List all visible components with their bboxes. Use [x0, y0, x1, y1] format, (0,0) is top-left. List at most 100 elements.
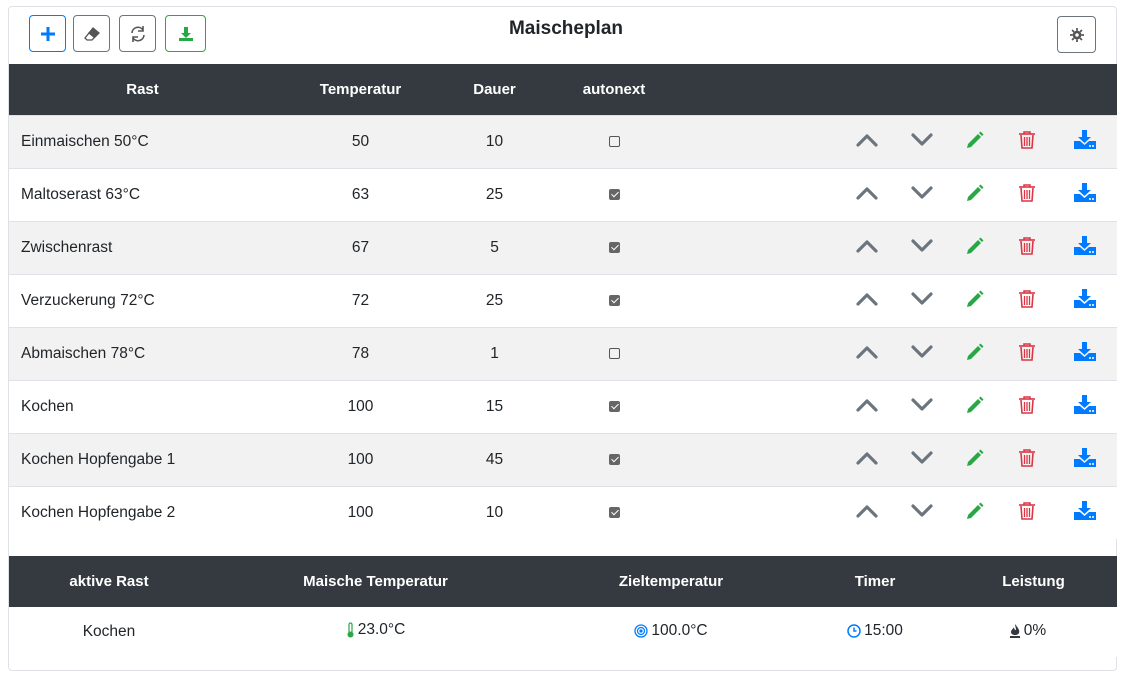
move-down-button[interactable] — [910, 291, 933, 311]
move-up-button[interactable] — [855, 451, 878, 470]
col-header-power: Leistung — [950, 556, 1117, 607]
status-row: Kochen 23.0°C 100.0°C 15:00 0% — [9, 607, 1117, 657]
edit-button[interactable] — [965, 448, 985, 473]
autonext-checkbox[interactable] — [608, 242, 620, 254]
rest-autonext-cell — [544, 168, 684, 222]
rest-name: Kochen — [9, 380, 276, 434]
move-up-button[interactable] — [855, 504, 878, 523]
save-button[interactable] — [1073, 182, 1097, 208]
edit-button[interactable] — [965, 183, 985, 208]
delete-button[interactable] — [1018, 501, 1036, 526]
rest-duration: 5 — [445, 221, 544, 275]
chevron-down-icon — [910, 450, 933, 470]
autonext-checkbox[interactable] — [608, 295, 620, 307]
save-button[interactable] — [1073, 447, 1097, 473]
table-row: Kochen 100 15 — [9, 380, 1117, 434]
rest-temperature: 72 — [276, 274, 445, 328]
delete-button[interactable] — [1018, 289, 1036, 314]
download-icon — [1073, 235, 1097, 261]
pencil-icon — [965, 236, 985, 261]
download-icon — [1073, 394, 1097, 420]
move-up-button[interactable] — [855, 345, 878, 364]
pencil-icon — [965, 395, 985, 420]
rest-autonext-cell — [544, 327, 684, 381]
move-down-button[interactable] — [910, 450, 933, 470]
rest-temperature: 63 — [276, 168, 445, 222]
active-rest-value: Kochen — [9, 607, 209, 657]
trash-icon — [1018, 395, 1036, 420]
rest-temperature: 67 — [276, 221, 445, 275]
pencil-icon — [965, 448, 985, 473]
move-up-button[interactable] — [855, 239, 878, 258]
edit-button[interactable] — [965, 130, 985, 155]
rest-duration: 25 — [445, 274, 544, 328]
edit-button[interactable] — [965, 289, 985, 314]
download-icon — [1073, 288, 1097, 314]
delete-button[interactable] — [1018, 395, 1036, 420]
power-value: 0% — [1023, 621, 1047, 639]
pencil-icon — [965, 501, 985, 526]
col-header-dauer: Dauer — [445, 64, 544, 116]
delete-button[interactable] — [1018, 236, 1036, 261]
download-icon — [1073, 182, 1097, 208]
move-down-button[interactable] — [910, 185, 933, 205]
autonext-checkbox[interactable] — [608, 136, 620, 148]
edit-button[interactable] — [965, 501, 985, 526]
trash-icon — [1018, 183, 1036, 208]
move-down-button[interactable] — [910, 397, 933, 417]
settings-button[interactable] — [1057, 16, 1096, 53]
chevron-up-icon — [855, 292, 878, 311]
pencil-icon — [965, 342, 985, 367]
autonext-checkbox[interactable] — [608, 454, 620, 466]
edit-button[interactable] — [965, 342, 985, 367]
rest-duration: 10 — [445, 115, 544, 169]
delete-button[interactable] — [1018, 448, 1036, 473]
col-header-temperatur: Temperatur — [276, 64, 445, 116]
rest-temperature: 100 — [276, 486, 445, 539]
timer-value: 15:00 — [864, 621, 903, 639]
move-up-button[interactable] — [855, 292, 878, 311]
chevron-up-icon — [855, 345, 878, 364]
save-button[interactable] — [1073, 500, 1097, 526]
rest-temperature: 78 — [276, 327, 445, 381]
save-button[interactable] — [1073, 288, 1097, 314]
rest-autonext-cell — [544, 486, 684, 539]
move-down-button[interactable] — [910, 238, 933, 258]
chevron-down-icon — [910, 397, 933, 417]
rest-temperature: 100 — [276, 433, 445, 487]
fire-icon — [1009, 623, 1020, 638]
delete-button[interactable] — [1018, 130, 1036, 155]
mash-temp-value: 23.0°C — [357, 621, 406, 638]
col-header-timer: Timer — [800, 556, 950, 607]
rest-name: Verzuckerung 72°C — [9, 274, 276, 328]
save-button[interactable] — [1073, 235, 1097, 261]
move-up-button[interactable] — [855, 186, 878, 205]
chevron-down-icon — [910, 238, 933, 258]
table-row: Verzuckerung 72°C 72 25 — [9, 274, 1117, 328]
col-header-rast: Rast — [9, 64, 276, 116]
download-icon — [1073, 447, 1097, 473]
autonext-checkbox[interactable] — [608, 507, 620, 519]
autonext-checkbox[interactable] — [608, 189, 620, 201]
save-button[interactable] — [1073, 341, 1097, 367]
rest-duration: 15 — [445, 380, 544, 434]
move-up-button[interactable] — [855, 398, 878, 417]
autonext-checkbox[interactable] — [608, 348, 620, 360]
delete-button[interactable] — [1018, 342, 1036, 367]
trash-icon — [1018, 501, 1036, 526]
edit-button[interactable] — [965, 395, 985, 420]
move-up-button[interactable] — [855, 133, 878, 152]
move-down-button[interactable] — [910, 344, 933, 364]
move-down-button[interactable] — [910, 503, 933, 523]
autonext-checkbox[interactable] — [608, 401, 620, 413]
save-button[interactable] — [1073, 394, 1097, 420]
table-row: Kochen Hopfengabe 1 100 45 — [9, 433, 1117, 487]
chevron-down-icon — [910, 185, 933, 205]
save-button[interactable] — [1073, 129, 1097, 155]
move-down-button[interactable] — [910, 132, 933, 152]
trash-icon — [1018, 342, 1036, 367]
chevron-down-icon — [910, 291, 933, 311]
delete-button[interactable] — [1018, 183, 1036, 208]
edit-button[interactable] — [965, 236, 985, 261]
chevron-down-icon — [910, 132, 933, 152]
